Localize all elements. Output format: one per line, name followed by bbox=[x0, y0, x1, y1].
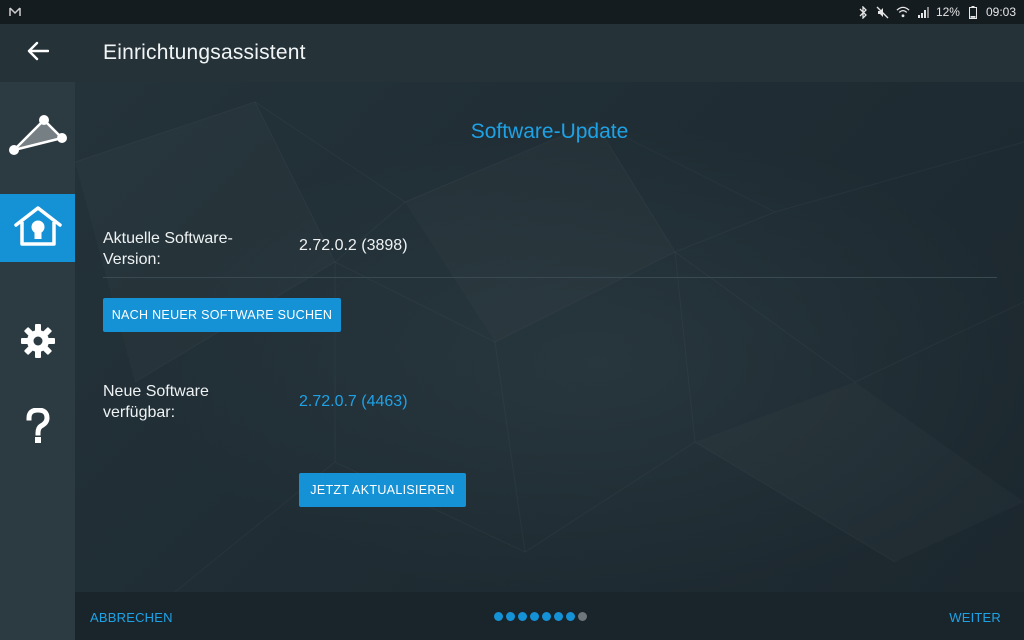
next-button[interactable]: WEITER bbox=[949, 610, 1001, 625]
page-title: Einrichtungsassistent bbox=[103, 41, 306, 64]
battery-icon bbox=[966, 5, 980, 19]
progress-dot-complete bbox=[554, 612, 563, 621]
current-version-label: Aktuelle Software-Version: bbox=[103, 230, 233, 268]
arrow-left-icon bbox=[27, 41, 50, 66]
update-now-button[interactable]: JETZT AKTUALISIEREN bbox=[299, 473, 466, 507]
progress-dot-complete bbox=[518, 612, 527, 621]
gear-icon bbox=[20, 323, 56, 364]
gmail-icon bbox=[8, 5, 22, 19]
status-bar: 12% 09:03 bbox=[0, 0, 1024, 24]
smart-home-icon bbox=[13, 205, 63, 252]
mute-icon bbox=[876, 5, 890, 19]
battery-percent: 12% bbox=[935, 5, 960, 19]
progress-indicator bbox=[494, 612, 587, 621]
bluetooth-icon bbox=[856, 5, 870, 19]
sidebar bbox=[0, 82, 75, 640]
progress-dot-complete bbox=[530, 612, 539, 621]
main-content: Software-Update Aktuelle Software-Versio… bbox=[75, 82, 1024, 592]
progress-dot-complete bbox=[506, 612, 515, 621]
sidebar-item-smart-home[interactable] bbox=[0, 194, 75, 262]
sidebar-item-network[interactable] bbox=[0, 82, 75, 194]
help-icon bbox=[25, 406, 51, 449]
current-version-value: 2.72.0.2 (3898) bbox=[299, 237, 408, 254]
status-time: 09:03 bbox=[985, 5, 1016, 19]
wizard-footer: ABBRECHEN WEITER bbox=[75, 592, 1024, 640]
progress-dot-pending bbox=[578, 612, 587, 621]
app-header: Einrichtungsassistent bbox=[0, 24, 1024, 82]
wifi-icon bbox=[896, 5, 910, 19]
divider bbox=[103, 277, 997, 278]
back-button[interactable] bbox=[0, 24, 76, 82]
cancel-button[interactable]: ABBRECHEN bbox=[90, 610, 173, 625]
section-title: Software-Update bbox=[470, 120, 629, 143]
sidebar-item-help[interactable] bbox=[0, 400, 75, 456]
new-version-label: Neue Software verfügbar: bbox=[103, 383, 209, 421]
signal-icon bbox=[916, 5, 930, 19]
progress-dot-complete bbox=[566, 612, 575, 621]
progress-dot-complete bbox=[542, 612, 551, 621]
progress-dot-complete bbox=[494, 612, 503, 621]
search-software-button[interactable]: NACH NEUER SOFTWARE SUCHEN bbox=[103, 298, 341, 332]
background-pattern bbox=[75, 82, 1024, 592]
new-version-value: 2.72.0.7 (4463) bbox=[299, 393, 408, 410]
sidebar-item-settings[interactable] bbox=[0, 316, 75, 370]
network-icon bbox=[8, 114, 68, 163]
